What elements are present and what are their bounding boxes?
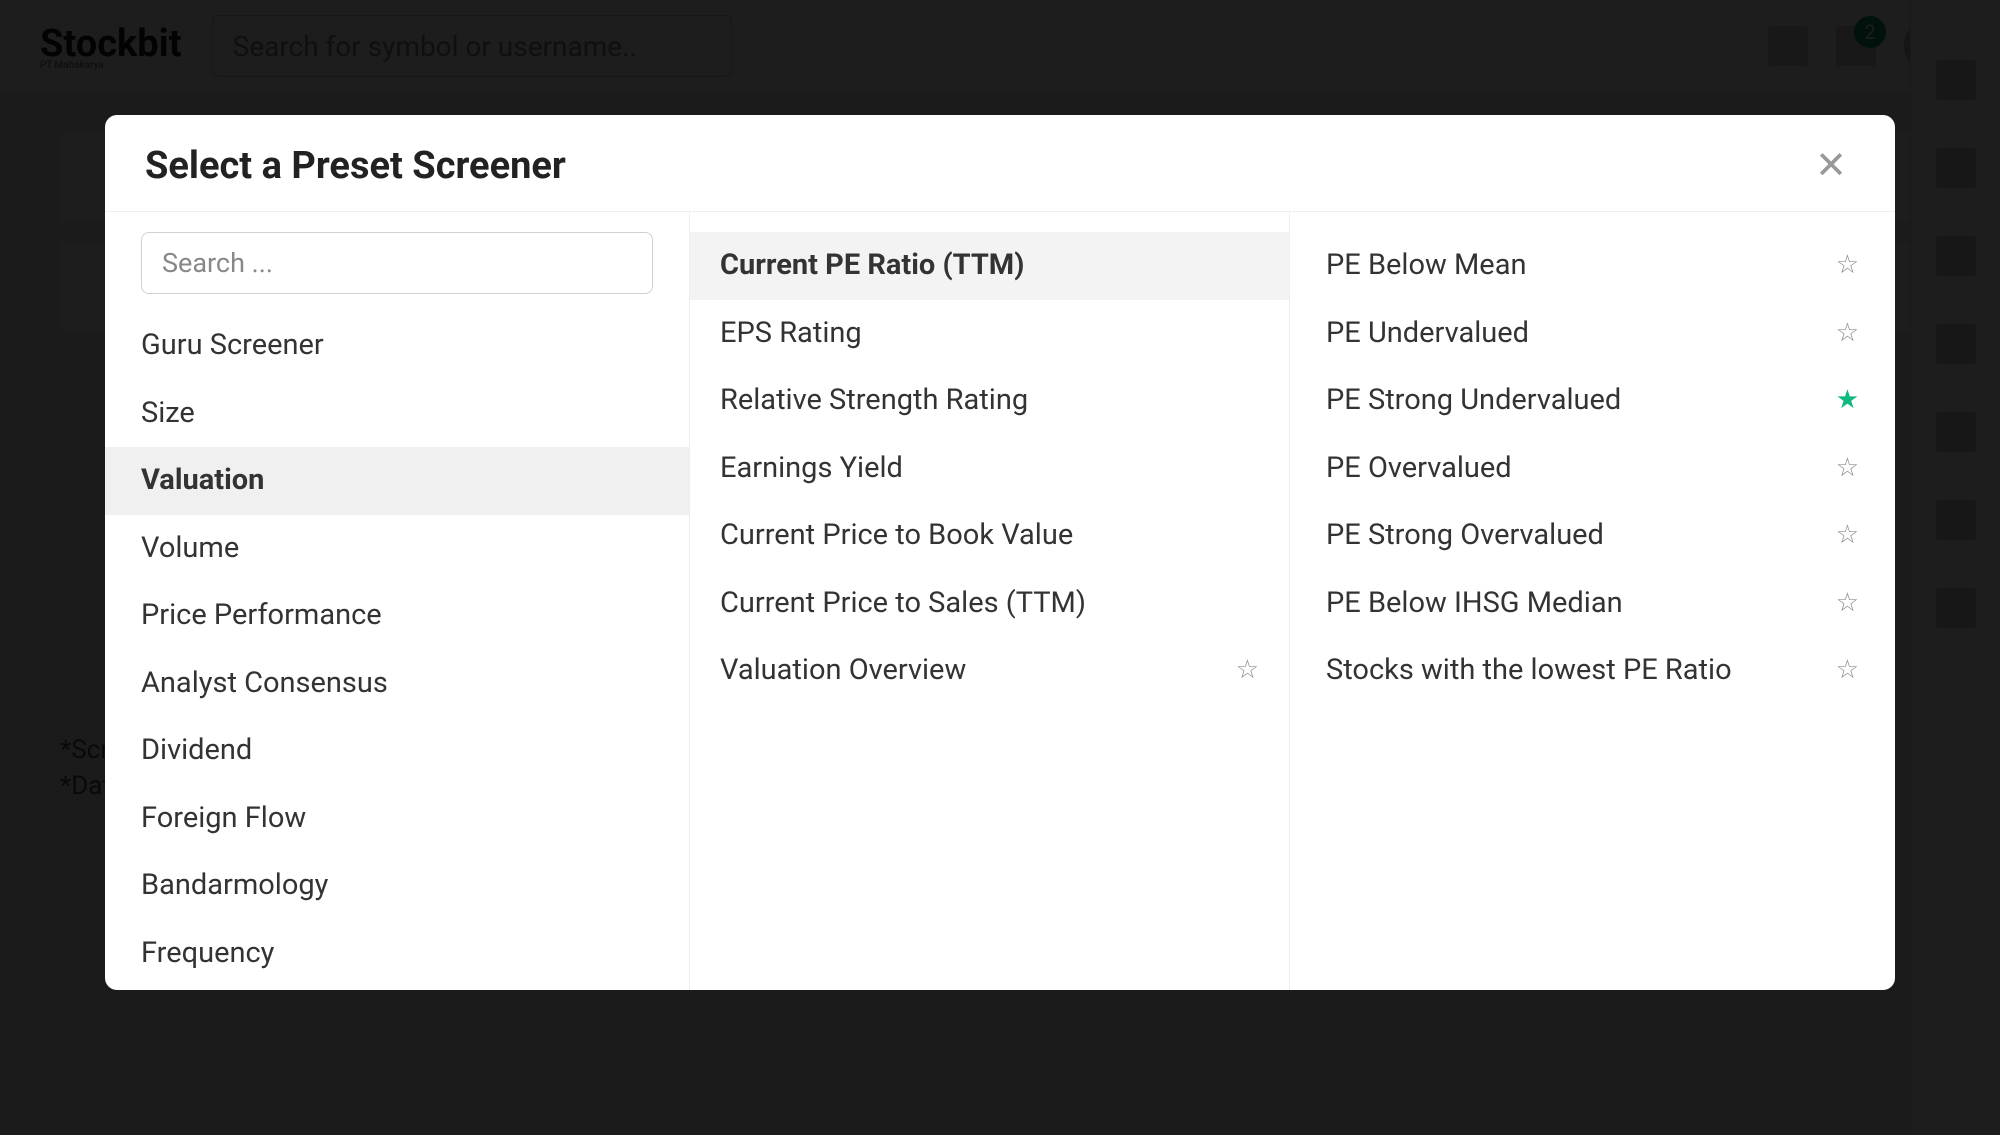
- star-icon[interactable]: ☆: [1836, 314, 1859, 353]
- preset-item[interactable]: Stocks with the lowest PE Ratio ☆: [1290, 637, 1895, 705]
- star-icon[interactable]: ★: [1836, 381, 1859, 420]
- modal-title: Select a Preset Screener: [145, 144, 566, 188]
- preset-list: PE Below Mean ☆ PE Undervalued ☆ PE Strong U…: [1290, 232, 1895, 705]
- category-item[interactable]: Income Statement: [105, 987, 689, 990]
- preset-label: PE Strong Overvalued: [1326, 514, 1604, 558]
- star-icon[interactable]: ☆: [1836, 449, 1859, 488]
- preset-screener-modal: Select a Preset Screener ✕ Guru Screener…: [105, 115, 1895, 990]
- close-button[interactable]: ✕: [1807, 143, 1855, 189]
- category-label: Valuation: [141, 459, 264, 503]
- category-list: Guru Screener Size Valuation Volume Price Pe…: [105, 312, 689, 990]
- preset-label: PE Overvalued: [1326, 447, 1512, 491]
- subcategory-label: Current PE Ratio (TTM): [720, 244, 1024, 288]
- preset-label: PE Strong Undervalued: [1326, 379, 1621, 423]
- category-label: Analyst Consensus: [141, 662, 388, 706]
- category-label: Foreign Flow: [141, 797, 306, 841]
- star-icon[interactable]: ☆: [1836, 584, 1859, 623]
- subcategory-item[interactable]: Current Price to Sales (TTM): [690, 570, 1289, 638]
- subcategory-item[interactable]: EPS Rating: [690, 300, 1289, 368]
- preset-label: PE Undervalued: [1326, 312, 1529, 356]
- close-icon: ✕: [1815, 144, 1847, 188]
- star-icon[interactable]: ☆: [1836, 651, 1859, 690]
- search-wrap: [105, 232, 689, 312]
- category-column: Guru Screener Size Valuation Volume Price Pe…: [105, 212, 690, 990]
- preset-column: PE Below Mean ☆ PE Undervalued ☆ PE Strong U…: [1290, 212, 1895, 990]
- subcategory-label: Earnings Yield: [720, 447, 903, 491]
- subcategory-label: EPS Rating: [720, 312, 862, 356]
- modal-header: Select a Preset Screener ✕: [105, 115, 1895, 212]
- subcategory-label: Valuation Overview: [720, 649, 966, 693]
- preset-item[interactable]: PE Strong Undervalued ★: [1290, 367, 1895, 435]
- subcategory-item[interactable]: Current Price to Book Value: [690, 502, 1289, 570]
- subcategory-label: Current Price to Book Value: [720, 514, 1073, 558]
- category-label: Bandarmology: [141, 864, 328, 908]
- category-label: Guru Screener: [141, 324, 324, 368]
- category-item[interactable]: Volume: [105, 515, 689, 583]
- subcategory-list: Current PE Ratio (TTM) EPS Rating Relative…: [690, 232, 1289, 705]
- subcategory-item[interactable]: Earnings Yield: [690, 435, 1289, 503]
- category-item[interactable]: Analyst Consensus: [105, 650, 689, 718]
- modal-body: Guru Screener Size Valuation Volume Price Pe…: [105, 212, 1895, 990]
- category-item[interactable]: Size: [105, 380, 689, 448]
- subcategory-item[interactable]: Relative Strength Rating: [690, 367, 1289, 435]
- category-label: Volume: [141, 527, 239, 571]
- preset-item[interactable]: PE Strong Overvalued ☆: [1290, 502, 1895, 570]
- subcategory-item[interactable]: Current PE Ratio (TTM): [690, 232, 1289, 300]
- preset-label: PE Below IHSG Median: [1326, 582, 1623, 626]
- preset-item[interactable]: PE Below Mean ☆: [1290, 232, 1895, 300]
- modal-overlay[interactable]: Select a Preset Screener ✕ Guru Screener…: [0, 0, 2000, 1135]
- subcategory-column: Current PE Ratio (TTM) EPS Rating Relative…: [690, 212, 1290, 990]
- category-item[interactable]: Foreign Flow: [105, 785, 689, 853]
- preset-item[interactable]: PE Overvalued ☆: [1290, 435, 1895, 503]
- category-item[interactable]: Frequency: [105, 920, 689, 988]
- category-item[interactable]: Bandarmology: [105, 852, 689, 920]
- category-item[interactable]: Price Performance: [105, 582, 689, 650]
- star-icon[interactable]: ☆: [1836, 246, 1859, 285]
- star-icon[interactable]: ☆: [1836, 516, 1859, 555]
- preset-item[interactable]: PE Below IHSG Median ☆: [1290, 570, 1895, 638]
- star-icon[interactable]: ☆: [1236, 651, 1259, 690]
- preset-search-input[interactable]: [141, 232, 653, 294]
- preset-label: PE Below Mean: [1326, 244, 1526, 288]
- category-label: Price Performance: [141, 594, 382, 638]
- preset-item[interactable]: PE Undervalued ☆: [1290, 300, 1895, 368]
- preset-label: Stocks with the lowest PE Ratio: [1326, 649, 1732, 693]
- category-label: Size: [141, 392, 195, 436]
- subcategory-label: Relative Strength Rating: [720, 379, 1028, 423]
- category-item[interactable]: Guru Screener: [105, 312, 689, 380]
- subcategory-label: Current Price to Sales (TTM): [720, 582, 1086, 626]
- subcategory-item[interactable]: Valuation Overview ☆: [690, 637, 1289, 705]
- category-label: Frequency: [141, 932, 274, 976]
- category-item[interactable]: Valuation: [105, 447, 689, 515]
- category-label: Dividend: [141, 729, 252, 773]
- category-item[interactable]: Dividend: [105, 717, 689, 785]
